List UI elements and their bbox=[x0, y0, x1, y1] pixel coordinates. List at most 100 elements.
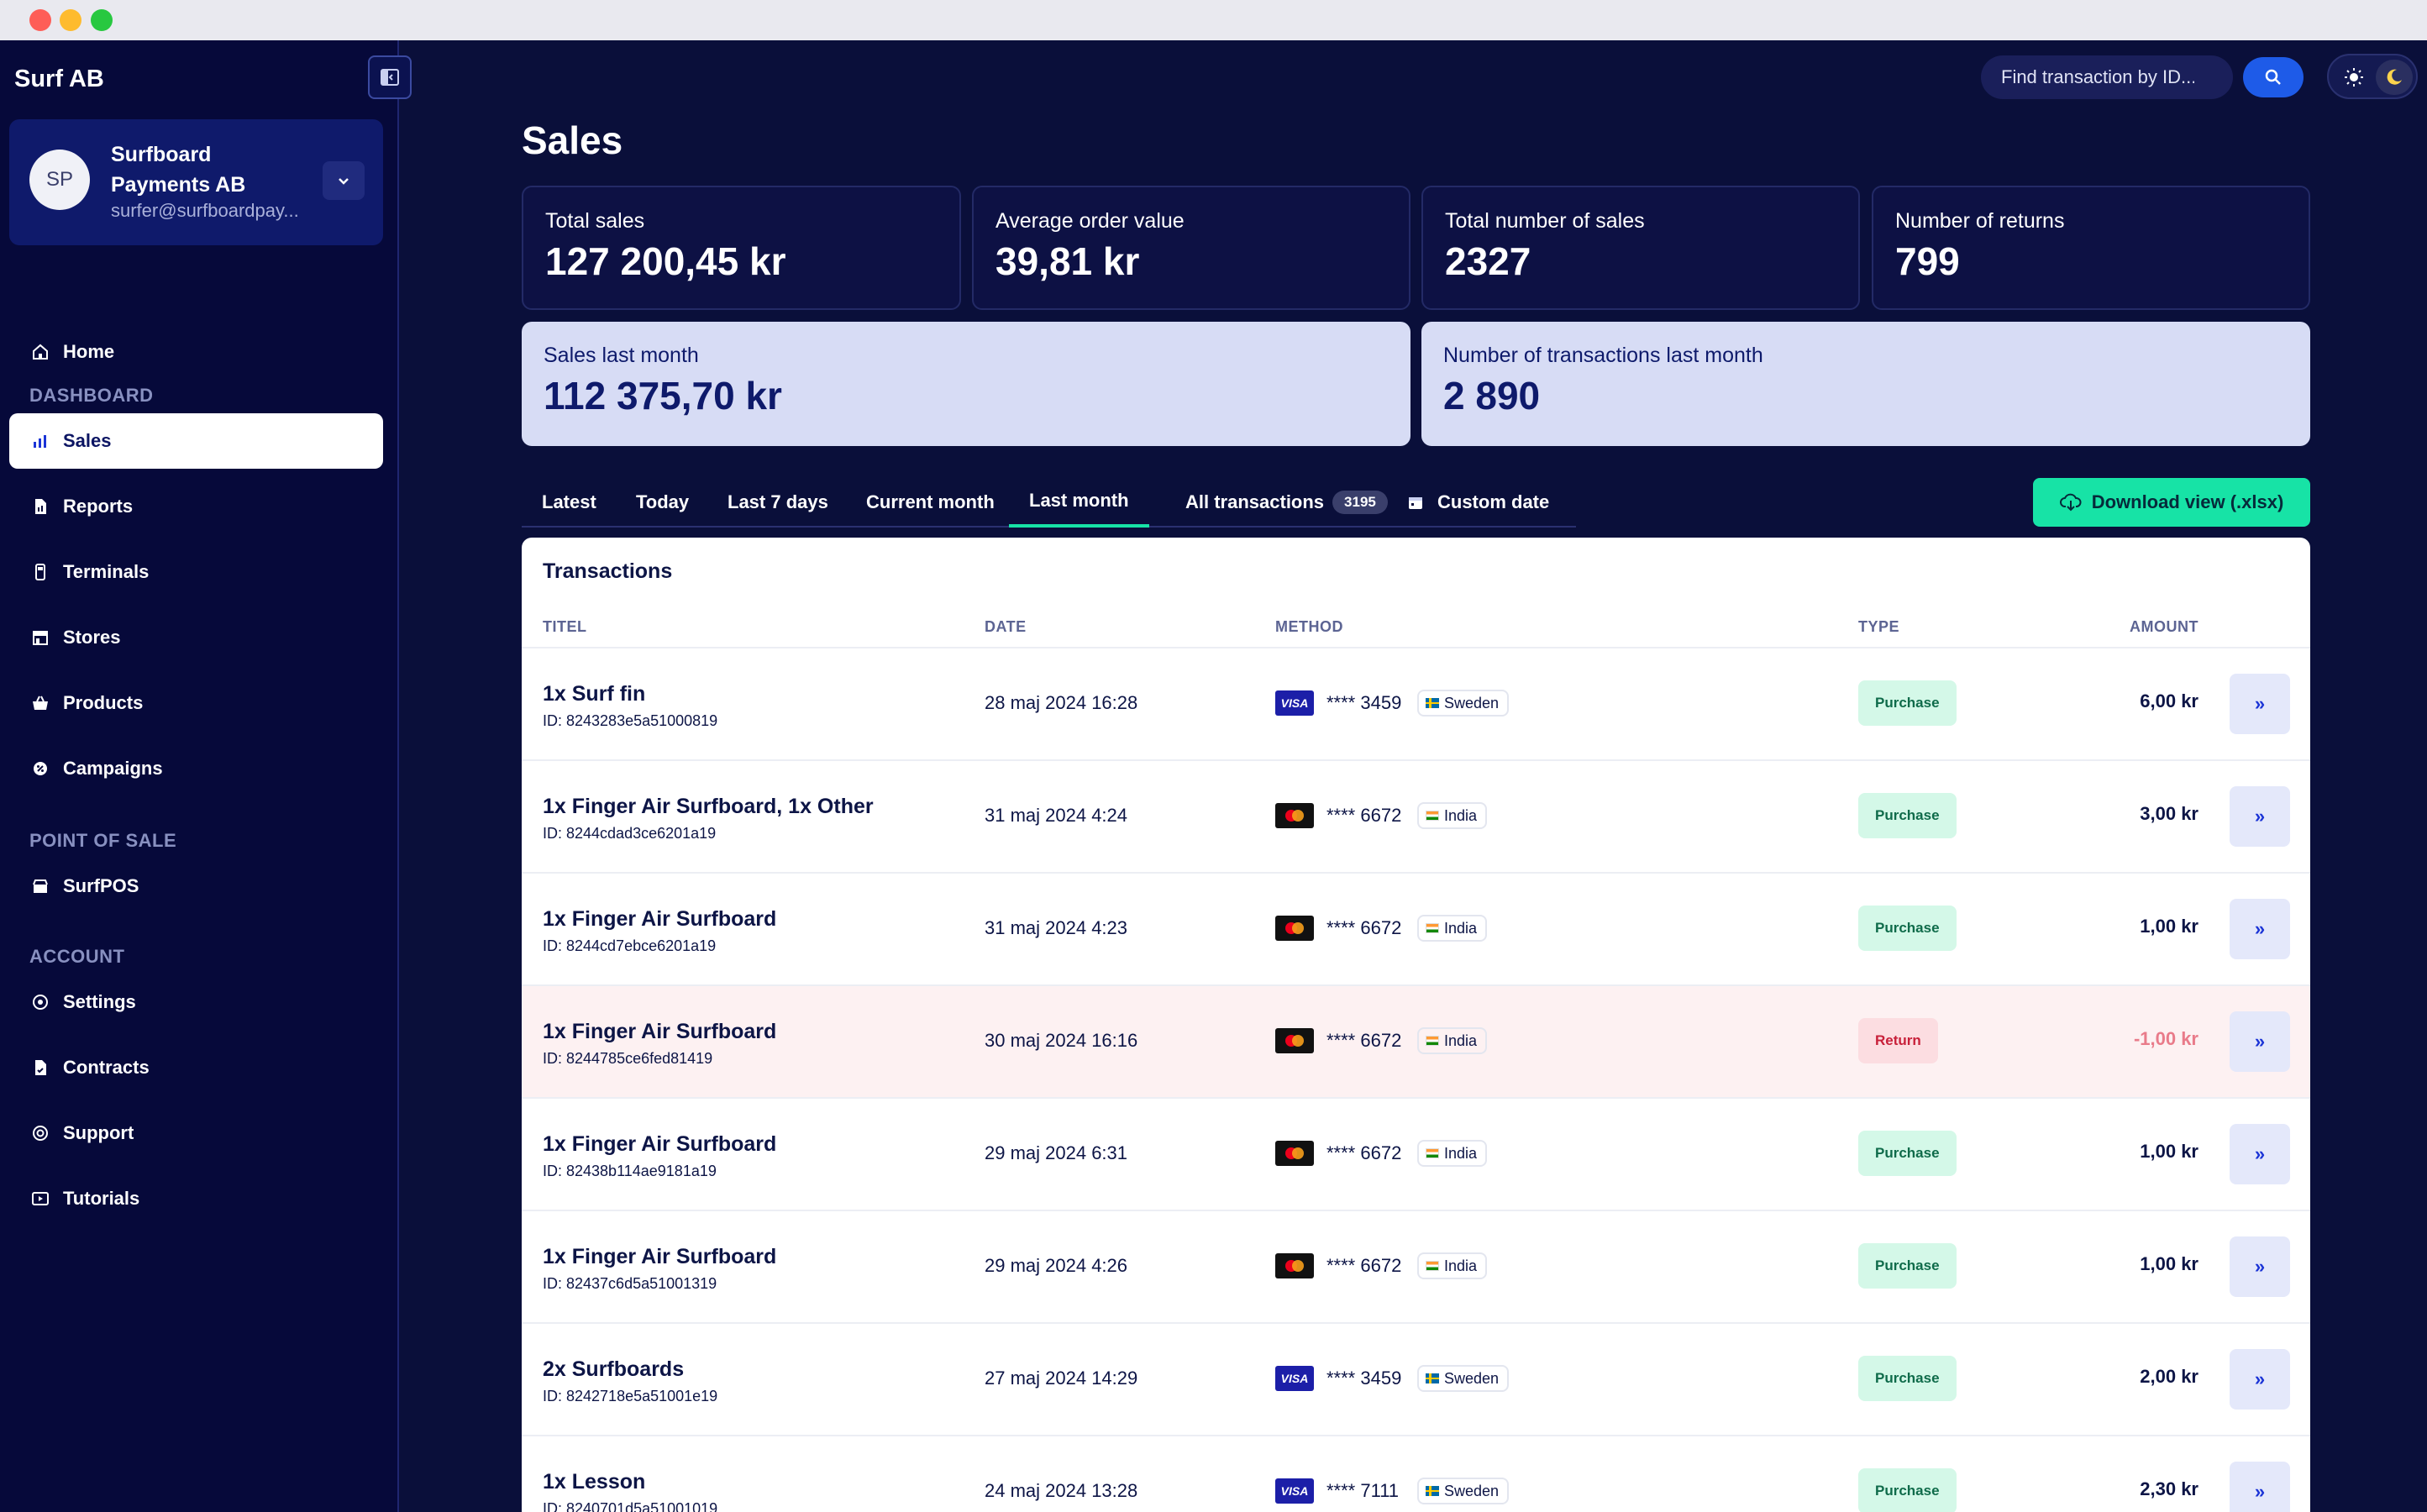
stat-transactions-last-month: Number of transactions last month 2 890 bbox=[1421, 322, 2310, 446]
pos-icon bbox=[29, 875, 51, 897]
transaction-date: 30 maj 2024 16:16 bbox=[985, 1030, 1138, 1051]
country-badge: India bbox=[1417, 915, 1488, 942]
sidebar-item-contracts[interactable]: Contracts bbox=[9, 1040, 383, 1095]
sidebar-item-stores[interactable]: Stores bbox=[9, 610, 383, 665]
report-icon bbox=[29, 496, 51, 517]
table-row[interactable]: 1x Finger Air Surfboard ID: 8244785ce6fed… bbox=[522, 984, 2310, 1097]
sidebar-item-label: SurfPOS bbox=[63, 875, 139, 896]
flag-icon bbox=[1426, 1261, 1439, 1271]
table-row[interactable]: 1x Lesson ID: 8240701d5a51001019 24 maj 20… bbox=[522, 1435, 2310, 1512]
column-header-title: TITEL bbox=[543, 618, 587, 635]
table-row[interactable]: 1x Finger Air Surfboard, 1x Other ID: 824… bbox=[522, 759, 2310, 872]
country-badge: India bbox=[1417, 1027, 1488, 1054]
sidebar-item-reports[interactable]: Reports bbox=[9, 479, 383, 534]
visa-icon: VISA bbox=[1275, 1478, 1314, 1504]
sidebar-item-campaigns[interactable]: Campaigns bbox=[9, 741, 383, 796]
stat-label: Total sales bbox=[545, 209, 645, 233]
transaction-date: 24 maj 2024 13:28 bbox=[985, 1480, 1138, 1501]
open-transaction-button[interactable]: » bbox=[2230, 1124, 2290, 1184]
chevron-down-icon bbox=[339, 178, 349, 185]
collapse-sidebar-button[interactable] bbox=[368, 55, 412, 99]
calendar-icon bbox=[1409, 497, 1422, 509]
sidebar-item-label: Reports bbox=[63, 496, 134, 517]
country-badge: Sweden bbox=[1417, 690, 1510, 717]
sidebar-item-home[interactable]: Home bbox=[9, 324, 383, 380]
table-row[interactable]: 2x Surfboards ID: 8242718e5a51001e19 27 ma… bbox=[522, 1322, 2310, 1435]
download-button[interactable]: Download view (.xlsx) bbox=[2033, 478, 2310, 527]
type-badge: Return bbox=[1858, 1018, 1938, 1063]
sun-icon[interactable] bbox=[2342, 66, 2366, 89]
sidebar-item-surfpos[interactable]: SurfPOS bbox=[9, 858, 383, 914]
section-point-of-sale: POINT OF SALE bbox=[29, 830, 177, 851]
open-transaction-button[interactable]: » bbox=[2230, 1011, 2290, 1072]
transaction-id: ID: 8244cdad3ce6201a19 bbox=[543, 825, 717, 842]
tab-today[interactable]: Today bbox=[616, 477, 709, 528]
tab-last-7-days[interactable]: Last 7 days bbox=[707, 477, 848, 528]
sidebar-item-label: Stores bbox=[63, 627, 121, 648]
mastercard-icon bbox=[1275, 1028, 1314, 1053]
search-button[interactable] bbox=[2243, 57, 2304, 97]
home-icon bbox=[29, 341, 51, 363]
transaction-amount: -1,00 kr bbox=[2133, 1028, 2198, 1049]
close-window-button[interactable] bbox=[29, 9, 51, 31]
search-box bbox=[1981, 55, 2233, 99]
sidebar-item-label: Sales bbox=[63, 430, 112, 451]
tutorial-icon bbox=[29, 1188, 51, 1210]
sidebar-item-tutorials[interactable]: Tutorials bbox=[9, 1171, 383, 1226]
transaction-date: 29 maj 2024 4:26 bbox=[985, 1255, 1128, 1276]
sidebar-item-support[interactable]: Support bbox=[9, 1105, 383, 1161]
settings-icon bbox=[29, 991, 51, 1013]
country-badge: Sweden bbox=[1417, 1365, 1510, 1392]
store-icon bbox=[29, 627, 51, 648]
open-transaction-button[interactable]: » bbox=[2230, 674, 2290, 734]
sidebar-item-terminals[interactable]: Terminals bbox=[9, 544, 383, 600]
tab-latest[interactable]: Latest bbox=[522, 477, 617, 528]
stat-total-sales: Total sales 127 200,45 kr bbox=[522, 186, 961, 310]
transaction-title: 2x Surfboards bbox=[543, 1357, 685, 1381]
maximize-window-button[interactable] bbox=[91, 9, 113, 31]
tab-custom-date[interactable]: Custom date bbox=[1387, 477, 1569, 528]
tab-current-month[interactable]: Current month bbox=[846, 477, 1015, 528]
page-title: Sales bbox=[522, 118, 623, 162]
stat-label: Sales last month bbox=[544, 344, 699, 367]
sidebar-item-settings[interactable]: Settings bbox=[9, 974, 383, 1030]
transaction-title: 1x Finger Air Surfboard bbox=[543, 1020, 777, 1043]
account-switcher[interactable]: SP Surfboard Payments AB surfer@surfboar… bbox=[9, 119, 383, 245]
type-badge: Purchase bbox=[1858, 1468, 1957, 1512]
account-dropdown-button[interactable] bbox=[323, 161, 365, 200]
stat-value: 112 375,70 kr bbox=[544, 374, 782, 417]
moon-icon[interactable] bbox=[2376, 60, 2413, 95]
transaction-id: ID: 8243283e5a51000819 bbox=[543, 712, 718, 729]
sidebar-item-products[interactable]: Products bbox=[9, 675, 383, 731]
account-email: surfer@surfboardpay... bbox=[111, 200, 299, 221]
transaction-title: 1x Finger Air Surfboard, 1x Other bbox=[543, 795, 874, 818]
transaction-date: 31 maj 2024 4:23 bbox=[985, 917, 1128, 938]
country-name: India bbox=[1444, 806, 1478, 824]
column-header-amount: AMOUNT bbox=[2130, 618, 2198, 635]
table-row[interactable]: 1x Finger Air Surfboard ID: 82438b114ae91… bbox=[522, 1097, 2310, 1210]
table-row[interactable]: 1x Finger Air Surfboard ID: 8244cd7ebce62… bbox=[522, 872, 2310, 984]
search-icon bbox=[2265, 69, 2281, 85]
theme-toggle[interactable] bbox=[2327, 54, 2418, 99]
open-transaction-button[interactable]: » bbox=[2230, 899, 2290, 959]
type-badge: Purchase bbox=[1858, 793, 1957, 838]
table-row[interactable]: 1x Surf fin ID: 8243283e5a51000819 28 maj … bbox=[522, 647, 2310, 759]
tab-label: All transactions bbox=[1185, 491, 1325, 512]
visa-icon: VISA bbox=[1275, 690, 1314, 716]
tab-all-transactions[interactable]: All transactions 3195 bbox=[1165, 477, 1408, 528]
transaction-amount: 6,00 kr bbox=[2140, 690, 2198, 711]
tab-last-month[interactable]: Last month bbox=[1009, 477, 1149, 528]
sidebar-item-sales[interactable]: Sales bbox=[9, 413, 383, 469]
transaction-id: ID: 8244785ce6fed81419 bbox=[543, 1050, 713, 1067]
country-name: Sweden bbox=[1444, 1369, 1500, 1387]
minimize-window-button[interactable] bbox=[60, 9, 81, 31]
search-input[interactable] bbox=[2001, 55, 2194, 99]
table-row[interactable]: 1x Finger Air Surfboard ID: 82437c6d5a510… bbox=[522, 1210, 2310, 1322]
open-transaction-button[interactable]: » bbox=[2230, 786, 2290, 847]
transaction-amount: 3,00 kr bbox=[2140, 803, 2198, 824]
column-header-type: TYPE bbox=[1858, 618, 1900, 635]
stat-label: Total number of sales bbox=[1445, 209, 1645, 233]
open-transaction-button[interactable]: » bbox=[2230, 1236, 2290, 1297]
open-transaction-button[interactable]: » bbox=[2230, 1462, 2290, 1512]
open-transaction-button[interactable]: » bbox=[2230, 1349, 2290, 1410]
